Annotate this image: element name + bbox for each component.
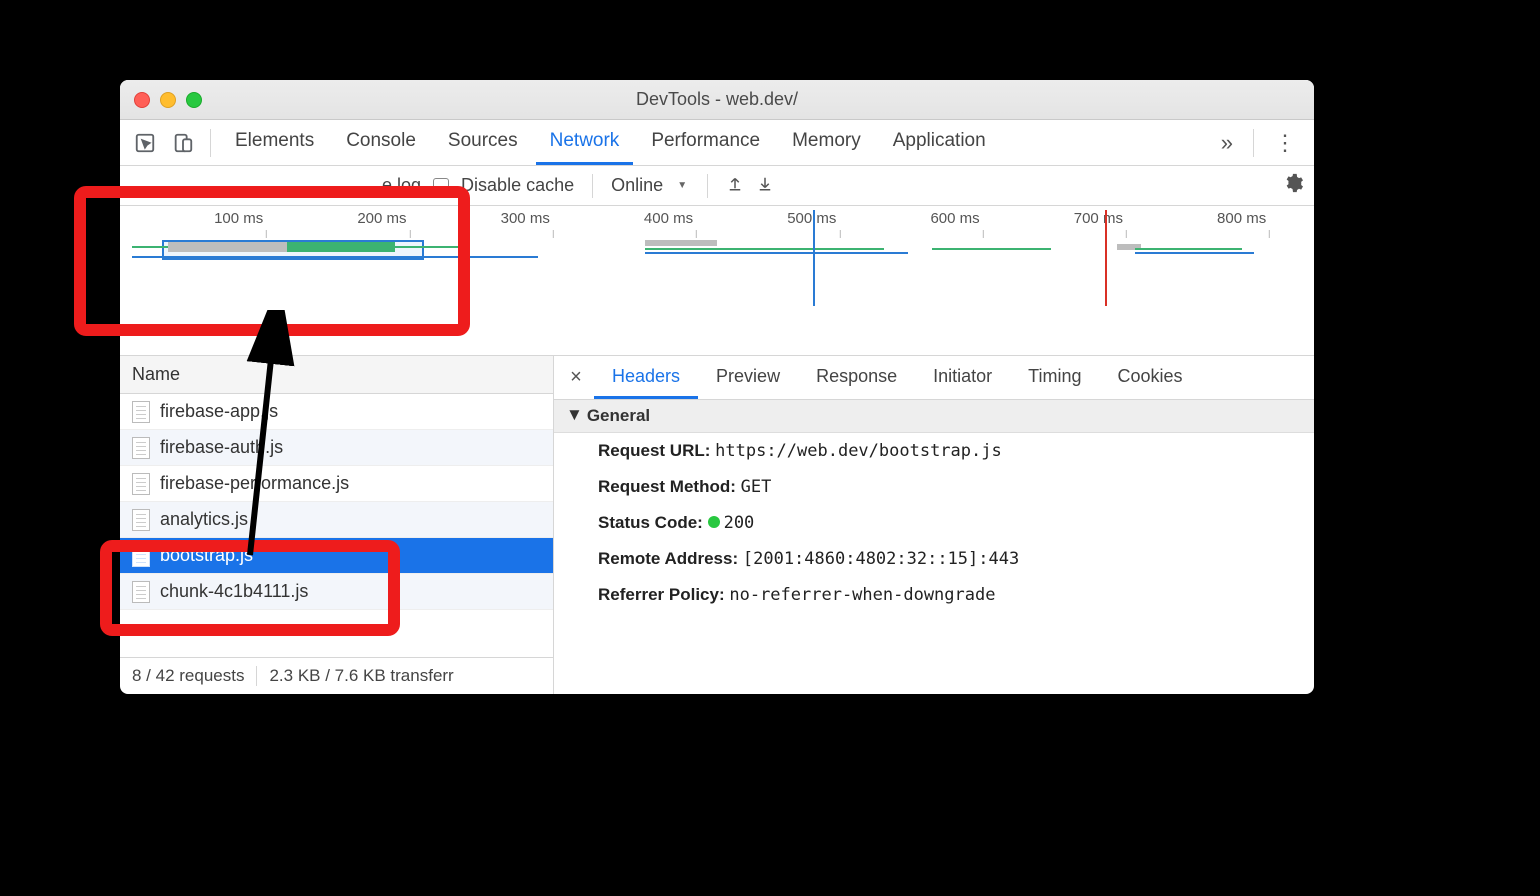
file-icon — [132, 401, 150, 423]
tab-console[interactable]: Console — [332, 120, 430, 165]
status-transfer: 2.3 KB / 7.6 KB transferr — [269, 666, 453, 686]
file-icon — [132, 437, 150, 459]
column-name[interactable]: Name — [120, 356, 553, 394]
timeline-tick: 400 ms — [644, 210, 693, 227]
timeline-tick: 200 ms — [357, 210, 406, 227]
inspect-element-icon[interactable] — [128, 126, 162, 160]
tab-sources[interactable]: Sources — [434, 120, 532, 165]
window-title: DevTools - web.dev/ — [120, 89, 1314, 110]
detail-tab-initiator[interactable]: Initiator — [915, 356, 1010, 399]
tabs-overflow-button[interactable]: » — [1211, 130, 1243, 156]
detail-tab-response[interactable]: Response — [798, 356, 915, 399]
devtools-menu-icon[interactable]: ⋮ — [1264, 130, 1306, 156]
kv-remote-address: Remote Address: [2001:4860:4802:32::15]:… — [554, 541, 1314, 577]
request-list: firebase-app.js firebase-auth.js firebas… — [120, 394, 553, 657]
panel-tabs: Elements Console Sources Network Perform… — [120, 120, 1314, 166]
request-row-selected[interactable]: bootstrap.js — [120, 538, 553, 574]
titlebar: DevTools - web.dev/ — [120, 80, 1314, 120]
file-icon — [132, 545, 150, 567]
timeline-tick: 300 ms — [501, 210, 550, 227]
kv-referrer-policy: Referrer Policy: no-referrer-when-downgr… — [554, 577, 1314, 613]
network-toolbar: e log Disable cache Online — [120, 166, 1314, 206]
file-icon — [132, 473, 150, 495]
file-icon — [132, 509, 150, 531]
download-har-icon[interactable] — [756, 174, 774, 198]
status-bar: 8 / 42 requests 2.3 KB / 7.6 KB transfer… — [120, 657, 553, 694]
detail-tab-preview[interactable]: Preview — [698, 356, 798, 399]
kv-request-method: Request Method: GET — [554, 469, 1314, 505]
status-dot-icon — [708, 516, 720, 528]
kv-status-code: Status Code: 200 — [554, 505, 1314, 541]
timeline-tick: 700 ms — [1074, 210, 1123, 227]
timeline-tick: 600 ms — [930, 210, 979, 227]
upload-har-icon[interactable] — [726, 174, 744, 198]
request-row[interactable]: analytics.js — [120, 502, 553, 538]
request-list-pane: Name firebase-app.js firebase-auth.js fi… — [120, 356, 554, 694]
detail-tab-cookies[interactable]: Cookies — [1100, 356, 1201, 399]
tab-elements[interactable]: Elements — [221, 120, 328, 165]
tab-performance[interactable]: Performance — [637, 120, 774, 165]
throttling-select[interactable]: Online — [611, 175, 689, 196]
disclosure-triangle-icon: ▼ — [566, 405, 583, 425]
request-row[interactable]: firebase-performance.js — [120, 466, 553, 502]
devtools-window: DevTools - web.dev/ Elements Console Sou… — [120, 80, 1314, 694]
close-detail-button[interactable]: × — [558, 366, 594, 389]
request-split-pane: Name firebase-app.js firebase-auth.js fi… — [120, 356, 1314, 694]
request-detail-pane: × Headers Preview Response Initiator Tim… — [554, 356, 1314, 694]
tab-memory[interactable]: Memory — [778, 120, 875, 165]
detail-tab-headers[interactable]: Headers — [594, 356, 698, 399]
network-settings-icon[interactable] — [1282, 172, 1304, 199]
detail-tabs: × Headers Preview Response Initiator Tim… — [554, 356, 1314, 400]
disable-cache-checkbox[interactable] — [433, 178, 449, 194]
request-row[interactable]: firebase-auth.js — [120, 430, 553, 466]
timeline-tick: 100 ms — [214, 210, 263, 227]
file-icon — [132, 581, 150, 603]
preserve-log-label-partial: e log — [382, 175, 421, 196]
tab-network[interactable]: Network — [536, 120, 634, 165]
timeline-overview[interactable]: 100 ms 200 ms 300 ms 400 ms 500 ms 600 m… — [120, 206, 1314, 356]
timeline-waterfall — [120, 236, 1314, 296]
kv-request-url: Request URL: https://web.dev/bootstrap.j… — [554, 433, 1314, 469]
timeline-tick: 800 ms — [1217, 210, 1266, 227]
disable-cache-label: Disable cache — [461, 175, 574, 196]
detail-tab-timing[interactable]: Timing — [1010, 356, 1099, 399]
request-row[interactable]: firebase-app.js — [120, 394, 553, 430]
request-row[interactable]: chunk-4c1b4111.js — [120, 574, 553, 610]
section-general[interactable]: ▼General — [554, 400, 1314, 433]
status-requests: 8 / 42 requests — [132, 666, 244, 686]
tab-application[interactable]: Application — [879, 120, 1000, 165]
device-toolbar-icon[interactable] — [166, 126, 200, 160]
